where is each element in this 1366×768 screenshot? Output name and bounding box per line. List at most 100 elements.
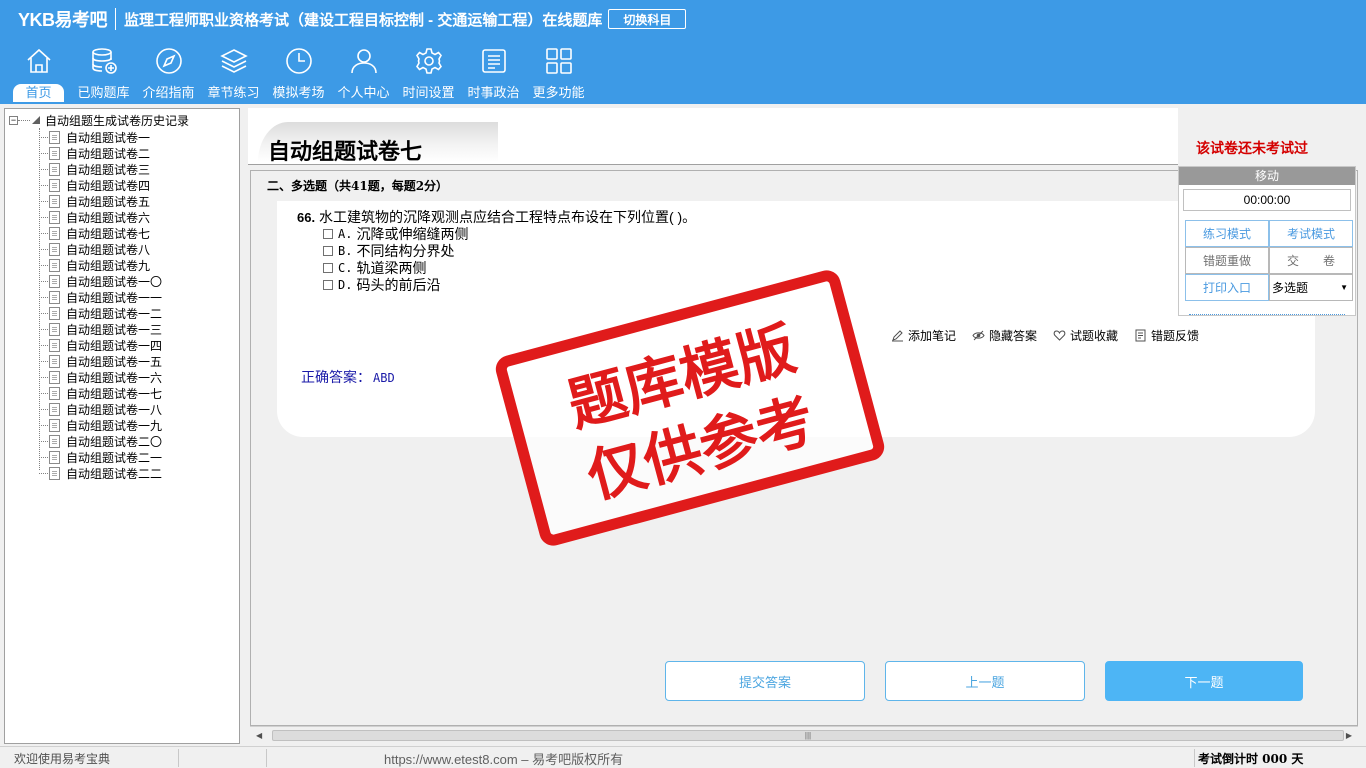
document-icon — [49, 402, 60, 416]
tree-item[interactable]: 自动组题试卷一 — [39, 129, 162, 145]
home-icon — [22, 44, 56, 78]
practice-mode-button[interactable]: 练习模式 — [1185, 220, 1269, 247]
nav-purchased[interactable]: 已购题库 — [71, 44, 136, 102]
tree-connector — [39, 328, 48, 330]
main-nav: 首页 已购题库 介绍指南 章节练习 模拟考场 个人中心 时间设置 时事政治 更多… — [6, 44, 591, 102]
nav-label: 已购题库 — [77, 85, 130, 100]
document-icon — [49, 354, 60, 368]
hide-answer-button[interactable]: 隐藏答案 — [972, 327, 1037, 344]
prev-question-button[interactable]: 上一题 — [885, 661, 1085, 701]
tree-item-label: 自动组题试卷一七 — [66, 386, 163, 401]
pencil-icon — [892, 330, 903, 342]
panel-divider — [1189, 314, 1345, 315]
add-note-button[interactable]: 添加笔记 — [891, 327, 956, 344]
nav-profile[interactable]: 个人中心 — [331, 44, 396, 102]
timer-display: 00:00:00 — [1183, 189, 1351, 211]
document-icon — [49, 466, 60, 480]
tree-item[interactable]: 自动组题试卷一三 — [39, 321, 162, 337]
option-a[interactable]: A. 沉降或伸缩缝两侧 — [323, 225, 468, 242]
tree-root[interactable]: − 自动组题生成试卷历史记录 — [9, 112, 189, 128]
nav-label: 首页 — [13, 84, 64, 102]
option-d[interactable]: D. 码头的前后沿 — [323, 276, 468, 293]
tree-item[interactable]: 自动组题试卷二 — [39, 145, 162, 161]
option-c[interactable]: C. 轨道梁两侧 — [323, 259, 468, 276]
tree-item[interactable]: 自动组题试卷一〇 — [39, 273, 162, 289]
tree-connector — [39, 264, 48, 266]
tree-item[interactable]: 自动组题试卷一七 — [39, 385, 162, 401]
option-checkbox[interactable] — [323, 262, 333, 273]
tree-item[interactable]: 自动组题试卷一四 — [39, 337, 162, 353]
report-error-button[interactable]: 错题反馈 — [1134, 327, 1199, 344]
tree-item[interactable]: 自动组题试卷六 — [39, 209, 162, 225]
option-letter: A. — [338, 226, 353, 241]
tree-item[interactable]: 自动组题试卷一八 — [39, 401, 162, 417]
scrollbar-thumb[interactable]: ||| — [272, 730, 1344, 741]
scroll-right-icon[interactable]: ▶ — [1346, 731, 1352, 740]
status-divider — [178, 749, 179, 767]
tree-item[interactable]: 自动组题试卷一五 — [39, 353, 162, 369]
horizontal-scrollbar[interactable]: ◀ ||| ▶ — [250, 726, 1358, 744]
tree-item[interactable]: 自动组题试卷五 — [39, 193, 162, 209]
next-question-button[interactable]: 下一题 — [1105, 661, 1303, 701]
tree-item[interactable]: 自动组题试卷二二 — [39, 465, 162, 481]
tree-item[interactable]: 自动组题试卷四 — [39, 177, 162, 193]
nav-label: 时间设置 — [402, 85, 455, 100]
tree-item[interactable]: 自动组题试卷三 — [39, 161, 162, 177]
document-icon — [49, 418, 60, 432]
nav-current-affairs[interactable]: 时事政治 — [461, 44, 526, 102]
nav-mock-exam[interactable]: 模拟考场 — [266, 44, 331, 102]
document-icon — [49, 338, 60, 352]
nav-guide[interactable]: 介绍指南 — [136, 44, 201, 102]
option-checkbox[interactable] — [323, 228, 333, 239]
tree-item[interactable]: 自动组题试卷二〇 — [39, 433, 162, 449]
question-type-select[interactable]: 多选题 ▼ — [1269, 274, 1353, 301]
tree-item[interactable]: 自动组题试卷一九 — [39, 417, 162, 433]
tree-item-label: 自动组题试卷一二 — [66, 306, 163, 321]
exam-mode-button[interactable]: 考试模式 — [1269, 220, 1353, 247]
document-icon — [49, 130, 60, 144]
nav-label: 章节练习 — [207, 85, 260, 100]
option-checkbox[interactable] — [323, 279, 333, 290]
submit-answer-button[interactable]: 提交答案 — [665, 661, 865, 701]
tree-root-icon — [32, 116, 40, 124]
nav-time-settings[interactable]: 时间设置 — [396, 44, 461, 102]
nav-label: 更多功能 — [532, 85, 585, 100]
tree-connector — [39, 184, 48, 186]
tree-item[interactable]: 自动组题试卷八 — [39, 241, 162, 257]
option-b[interactable]: B. 不同结构分界处 — [323, 242, 468, 259]
tree-item[interactable]: 自动组题试卷二一 — [39, 449, 162, 465]
nav-more[interactable]: 更多功能 — [526, 44, 591, 102]
tree-item-label: 自动组题试卷七 — [66, 226, 151, 241]
move-handle[interactable]: 移动 — [1179, 167, 1355, 185]
question-number: 66. — [297, 210, 316, 225]
tree-connector — [39, 136, 48, 138]
scrollbar-track[interactable]: ◀ ||| ▶ — [250, 726, 1358, 744]
submit-paper-button[interactable]: 交 卷 — [1269, 247, 1353, 274]
tree-item-label: 自动组题试卷一三 — [66, 322, 163, 337]
tree-item-selected[interactable]: 自动组题试卷七 — [39, 225, 162, 241]
tree-item[interactable]: 自动组题试卷一一 — [39, 289, 162, 305]
redo-wrong-button[interactable]: 错题重做 — [1185, 247, 1269, 274]
eye-off-icon — [972, 330, 985, 341]
nav-chapters[interactable]: 章节练习 — [201, 44, 266, 102]
report-icon — [1135, 329, 1146, 342]
tree-item[interactable]: 自动组题试卷九 — [39, 257, 162, 273]
option-checkbox[interactable] — [323, 245, 333, 256]
collapse-toggle-icon[interactable]: − — [9, 115, 18, 125]
nav-label: 个人中心 — [337, 85, 390, 100]
database-icon — [87, 44, 121, 78]
tree-item[interactable]: 自动组题试卷一二 — [39, 305, 162, 321]
tree-connector — [39, 312, 48, 314]
tree-item-label: 自动组题试卷九 — [66, 258, 151, 273]
switch-subject-button[interactable]: 切换科目 — [608, 9, 687, 29]
control-button-grid: 练习模式 考试模式 错题重做 交 卷 打印入口 多选题 ▼ — [1185, 220, 1353, 301]
nav-home[interactable]: 首页 — [6, 44, 71, 102]
floating-control-panel: 移动 00:00:00 练习模式 考试模式 错题重做 交 卷 打印入口 多选题 … — [1178, 166, 1356, 316]
scroll-left-icon[interactable]: ◀ — [256, 731, 262, 740]
tree-item[interactable]: 自动组题试卷一六 — [39, 369, 162, 385]
status-url: https://www.etest8.com – 易考吧版权所有 — [384, 752, 624, 767]
paper-history-tree: − 自动组题生成试卷历史记录 自动组题试卷一 自动组题试卷二 自动组题试卷三 自… — [4, 108, 240, 744]
paper-title: 自动组题试卷七 — [268, 139, 423, 165]
print-button[interactable]: 打印入口 — [1185, 274, 1269, 301]
favorite-button[interactable]: 试题收藏 — [1053, 327, 1118, 344]
